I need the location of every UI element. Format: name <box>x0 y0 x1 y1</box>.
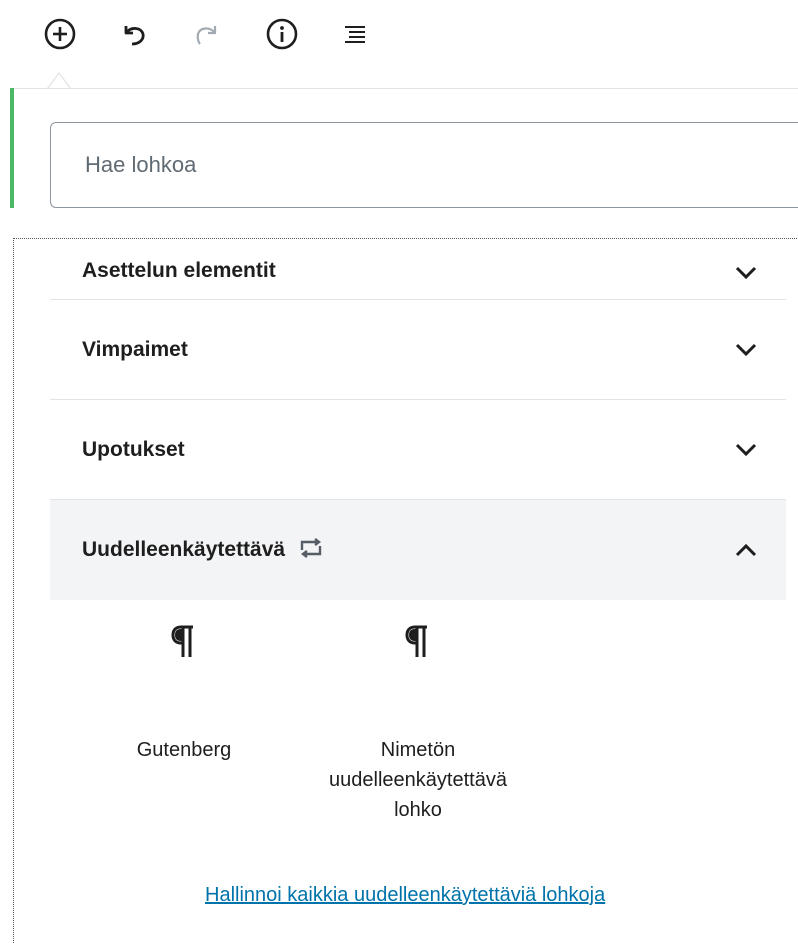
chevron-down-icon <box>734 261 758 285</box>
editor-toolbar <box>0 0 798 70</box>
panel-title: Uudelleenkäytettävä <box>82 538 286 561</box>
panel-title: Upotukset <box>82 437 185 461</box>
paragraph-icon <box>318 625 518 705</box>
block-navigation-button[interactable] <box>335 14 375 54</box>
panel-reusable[interactable]: Uudelleenkäytettävä <box>50 500 786 600</box>
add-block-button[interactable] <box>40 14 80 54</box>
chevron-down-icon <box>734 438 758 462</box>
block-item-label: Gutenberg <box>136 739 232 761</box>
block-item-unnamed-reusable[interactable]: Nimetön uudelleenkäytettävä lohko <box>318 625 518 825</box>
selected-block-indicator <box>10 88 14 208</box>
list-outline-icon <box>338 17 372 51</box>
block-search <box>50 122 798 208</box>
manage-reusable-blocks-link[interactable]: Hallinnoi kaikkia uudelleenkäytettäviä l… <box>205 884 605 907</box>
info-button[interactable] <box>262 14 302 54</box>
plus-circle-icon <box>43 17 77 51</box>
panel-title: Asettelun elementit <box>82 259 276 282</box>
panel-widgets[interactable]: Vimpaimet <box>50 300 786 400</box>
block-category-panels: Asettelun elementit Vimpaimet Upotukset … <box>50 232 786 600</box>
undo-button[interactable] <box>114 14 154 54</box>
reusable-block-list: Gutenberg Nimetön uudelleenkäytettävä lo… <box>50 625 786 845</box>
redo-button[interactable] <box>187 14 227 54</box>
reusable-block-icon <box>299 537 323 564</box>
panel-title: Vimpaimet <box>82 337 188 361</box>
panel-layout-elements[interactable]: Asettelun elementit <box>50 232 786 300</box>
block-search-input[interactable] <box>85 152 798 178</box>
info-icon <box>265 17 299 51</box>
block-item-gutenberg[interactable]: Gutenberg <box>84 625 284 765</box>
undo-icon <box>117 17 151 51</box>
chevron-up-icon <box>734 538 758 562</box>
panel-embeds[interactable]: Upotukset <box>50 400 786 500</box>
chevron-down-icon <box>734 338 758 362</box>
redo-icon <box>190 17 224 51</box>
paragraph-icon <box>84 625 284 705</box>
block-item-label: Nimetön uudelleenkäytettävä lohko <box>329 739 507 821</box>
dotted-left-border <box>13 238 14 943</box>
